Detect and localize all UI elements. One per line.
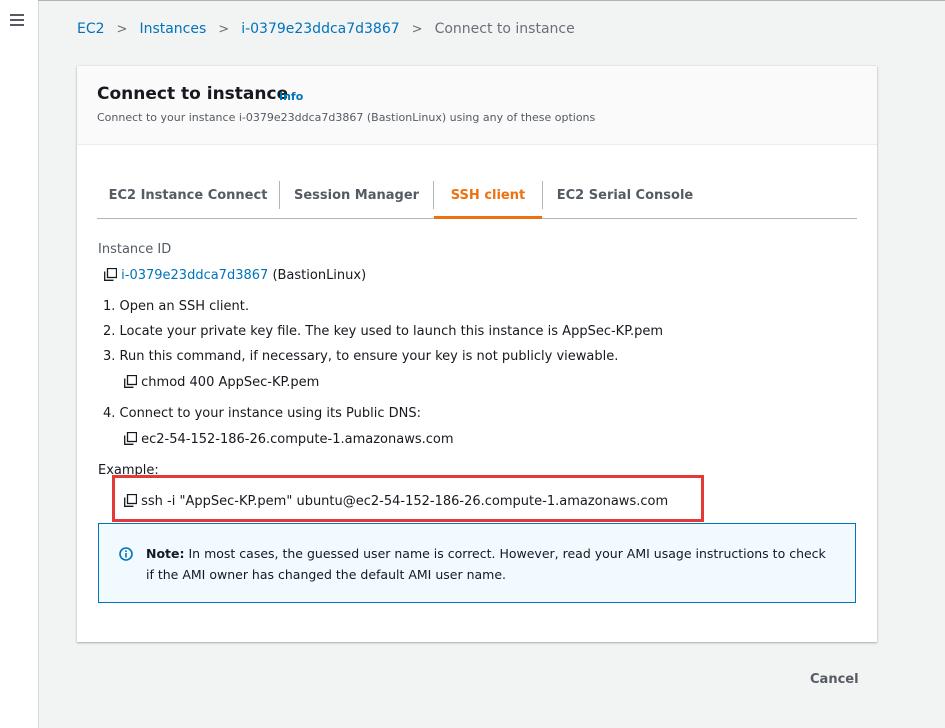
step-4: 4. Connect to your instance using its Pu… bbox=[103, 406, 422, 421]
instance-id-row: i-0379e23ddca7d3867 (BastionLinux) bbox=[104, 268, 366, 283]
instance-id-link[interactable]: i-0379e23ddca7d3867 bbox=[121, 268, 268, 283]
step-2: 2. Locate your private key file. The key… bbox=[103, 324, 664, 339]
breadcrumb-instances[interactable]: Instances bbox=[139, 21, 206, 37]
breadcrumb: EC2 > Instances > i-0379e23ddca7d3867 > … bbox=[77, 19, 575, 39]
highlight-annotation bbox=[112, 475, 704, 522]
panel-description: Connect to your instance i-0379e23ddca7d… bbox=[97, 111, 596, 124]
cancel-button[interactable]: Cancel bbox=[800, 668, 869, 691]
instance-id-label: Instance ID bbox=[98, 242, 172, 257]
info-link[interactable]: Info bbox=[279, 90, 303, 103]
chmod-row: chmod 400 AppSec-KP.pem bbox=[124, 375, 319, 390]
step-3: 3. Run this command, if necessary, to en… bbox=[103, 349, 619, 364]
chmod-command: chmod 400 AppSec-KP.pem bbox=[141, 375, 320, 390]
public-dns: ec2-54-152-186-26.compute-1.amazonaws.co… bbox=[141, 432, 454, 447]
tab-ec2-instance-connect[interactable]: EC2 Instance Connect bbox=[97, 172, 279, 218]
note-bold-label: Note: bbox=[146, 546, 185, 561]
breadcrumb-ec2[interactable]: EC2 bbox=[77, 21, 105, 37]
instance-name: (BastionLinux) bbox=[272, 268, 367, 283]
copy-icon[interactable] bbox=[124, 432, 137, 445]
chevron-right-icon: > bbox=[411, 21, 423, 37]
tab-bar: EC2 Instance Connect Session Manager SSH… bbox=[97, 172, 857, 219]
tab-ssh-client[interactable]: SSH client bbox=[434, 172, 542, 219]
breadcrumb-current: Connect to instance bbox=[434, 21, 575, 37]
chevron-right-icon: > bbox=[218, 21, 230, 37]
copy-icon[interactable] bbox=[124, 375, 137, 388]
left-rail bbox=[0, 0, 39, 728]
panel-header: Connect to instance Info Connect to your… bbox=[77, 66, 877, 145]
top-divider bbox=[38, 0, 945, 1]
page-title: Connect to instance bbox=[97, 84, 289, 104]
step-1: 1. Open an SSH client. bbox=[103, 299, 249, 314]
tab-ec2-serial-console[interactable]: EC2 Serial Console bbox=[543, 172, 707, 218]
info-circle-icon bbox=[119, 546, 133, 565]
copy-icon[interactable] bbox=[104, 268, 117, 281]
tab-session-manager[interactable]: Session Manager bbox=[280, 172, 433, 218]
public-dns-row: ec2-54-152-186-26.compute-1.amazonaws.co… bbox=[124, 432, 454, 447]
breadcrumb-instance-id[interactable]: i-0379e23ddca7d3867 bbox=[241, 21, 399, 37]
connect-panel: Connect to instance Info Connect to your… bbox=[77, 66, 877, 642]
note-body: In most cases, the guessed user name is … bbox=[146, 546, 826, 582]
note-alert: Note: In most cases, the guessed user na… bbox=[98, 523, 856, 603]
chevron-right-icon: > bbox=[116, 21, 128, 37]
hamburger-icon[interactable] bbox=[10, 14, 24, 26]
note-text: Note: In most cases, the guessed user na… bbox=[146, 543, 836, 585]
